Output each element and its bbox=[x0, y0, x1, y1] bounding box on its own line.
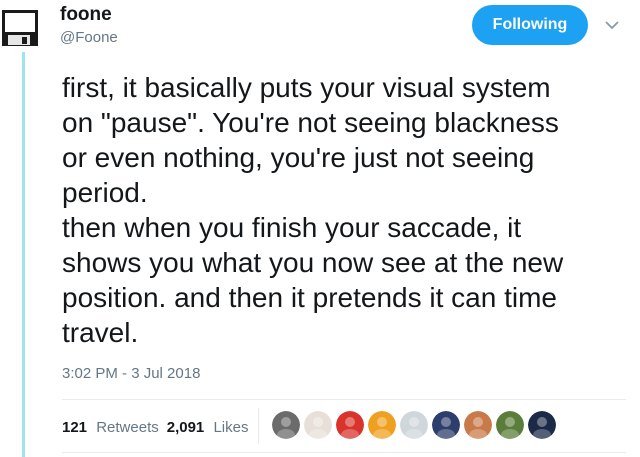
liker-avatar-9[interactable] bbox=[528, 411, 556, 439]
liker-avatar-6[interactable] bbox=[432, 411, 460, 439]
tweet-stats: 121 Retweets 2,091 Likes bbox=[62, 412, 256, 442]
liker-avatar-4[interactable] bbox=[368, 411, 396, 439]
liker-avatar-7[interactable] bbox=[464, 411, 492, 439]
author-name[interactable]: foone bbox=[60, 2, 118, 28]
author-handle[interactable]: @Foone bbox=[60, 28, 118, 48]
divider-top bbox=[62, 399, 626, 400]
liker-avatars bbox=[272, 411, 560, 439]
liker-avatar-8[interactable] bbox=[496, 411, 524, 439]
liker-avatar-1[interactable] bbox=[272, 411, 300, 439]
tweet-author: foone @Foone bbox=[60, 2, 118, 48]
liker-avatar-5[interactable] bbox=[400, 411, 428, 439]
tweet-timestamp[interactable]: 3:02 PM - 3 Jul 2018 bbox=[62, 365, 200, 382]
floppy-disk-icon bbox=[2, 10, 38, 46]
retweets-label: Retweets bbox=[96, 418, 159, 436]
likes-label: Likes bbox=[213, 418, 249, 436]
liker-avatar-3[interactable] bbox=[336, 411, 364, 439]
author-avatar[interactable] bbox=[0, 8, 40, 48]
thread-line bbox=[22, 52, 25, 457]
likes-stat[interactable]: 2,091 Likes bbox=[167, 419, 249, 436]
likes-count: 2,091 bbox=[166, 418, 205, 436]
retweets-count: 121 bbox=[62, 418, 88, 436]
stats-separator bbox=[258, 408, 259, 444]
retweets-stat[interactable]: 121 Retweets bbox=[62, 419, 159, 436]
liker-avatar-2[interactable] bbox=[304, 411, 332, 439]
tweet-text: first, it basically puts your visual sys… bbox=[62, 72, 564, 348]
following-button[interactable]: Following bbox=[472, 5, 588, 45]
divider-bottom bbox=[62, 452, 626, 453]
chevron-down-icon[interactable] bbox=[603, 16, 621, 34]
